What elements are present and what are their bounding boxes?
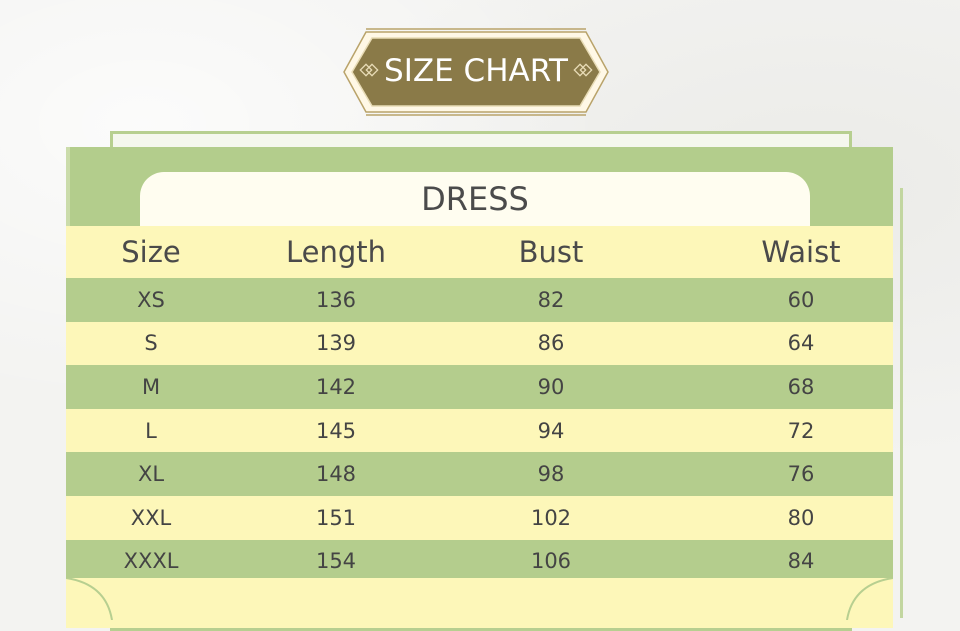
bust-cell: 94 [537,418,565,443]
badge-title: SIZE CHART [384,53,568,89]
table-row: S 139 86 64 [66,321,893,366]
size-cell: L [145,418,157,443]
table-row: L 145 94 72 [66,408,893,453]
panel-edge [66,147,70,227]
waist-cell: 64 [787,331,815,356]
length-cell: 148 [315,462,357,487]
frame-line-right [900,188,903,618]
size-cell: XXL [130,505,172,530]
bust-cell: 86 [537,331,565,356]
table-row: M 142 90 68 [66,365,893,409]
header-size: Size [121,235,181,269]
waist-cell: 60 [787,287,815,312]
length-cell: 139 [315,331,357,356]
waist-cell: 84 [787,549,815,574]
table-row: XXXL 154 106 84 [66,539,893,584]
waist-cell: 72 [787,418,815,443]
size-cell: XS [137,287,165,312]
corner-ornament-right [846,578,893,620]
header-length: Length [285,235,387,269]
length-cell: 145 [315,418,357,443]
table-row: XL 148 98 76 [66,452,893,496]
table-header-row: Size Length Bust Waist [66,226,893,278]
size-cell: S [144,331,158,356]
bust-cell: 106 [530,549,572,574]
bust-cell: 82 [537,287,565,312]
length-cell: 142 [315,374,357,399]
size-chart-badge: SIZE CHART [340,26,612,118]
waist-cell: 80 [787,505,815,530]
corner-ornament-left [66,578,113,620]
size-table: Size Length Bust Waist XS 136 82 60 S 13… [66,226,893,584]
size-cell: M [141,374,161,399]
dress-title: DRESS [421,180,529,218]
bust-cell: 102 [530,505,572,530]
table-row: XXL 151 102 80 [66,495,893,540]
table-row: XS 136 82 60 [66,278,893,322]
table-footer [66,578,893,628]
header-bust: Bust [518,235,584,269]
waist-cell: 68 [787,374,815,399]
bust-cell: 90 [537,374,565,399]
size-cell: XXXL [123,549,179,574]
bust-cell: 98 [537,462,565,487]
length-cell: 154 [315,549,357,574]
length-cell: 136 [315,287,357,312]
size-cell: XL [137,462,165,487]
header-waist: Waist [761,235,841,269]
waist-cell: 76 [787,462,815,487]
length-cell: 151 [315,505,357,530]
